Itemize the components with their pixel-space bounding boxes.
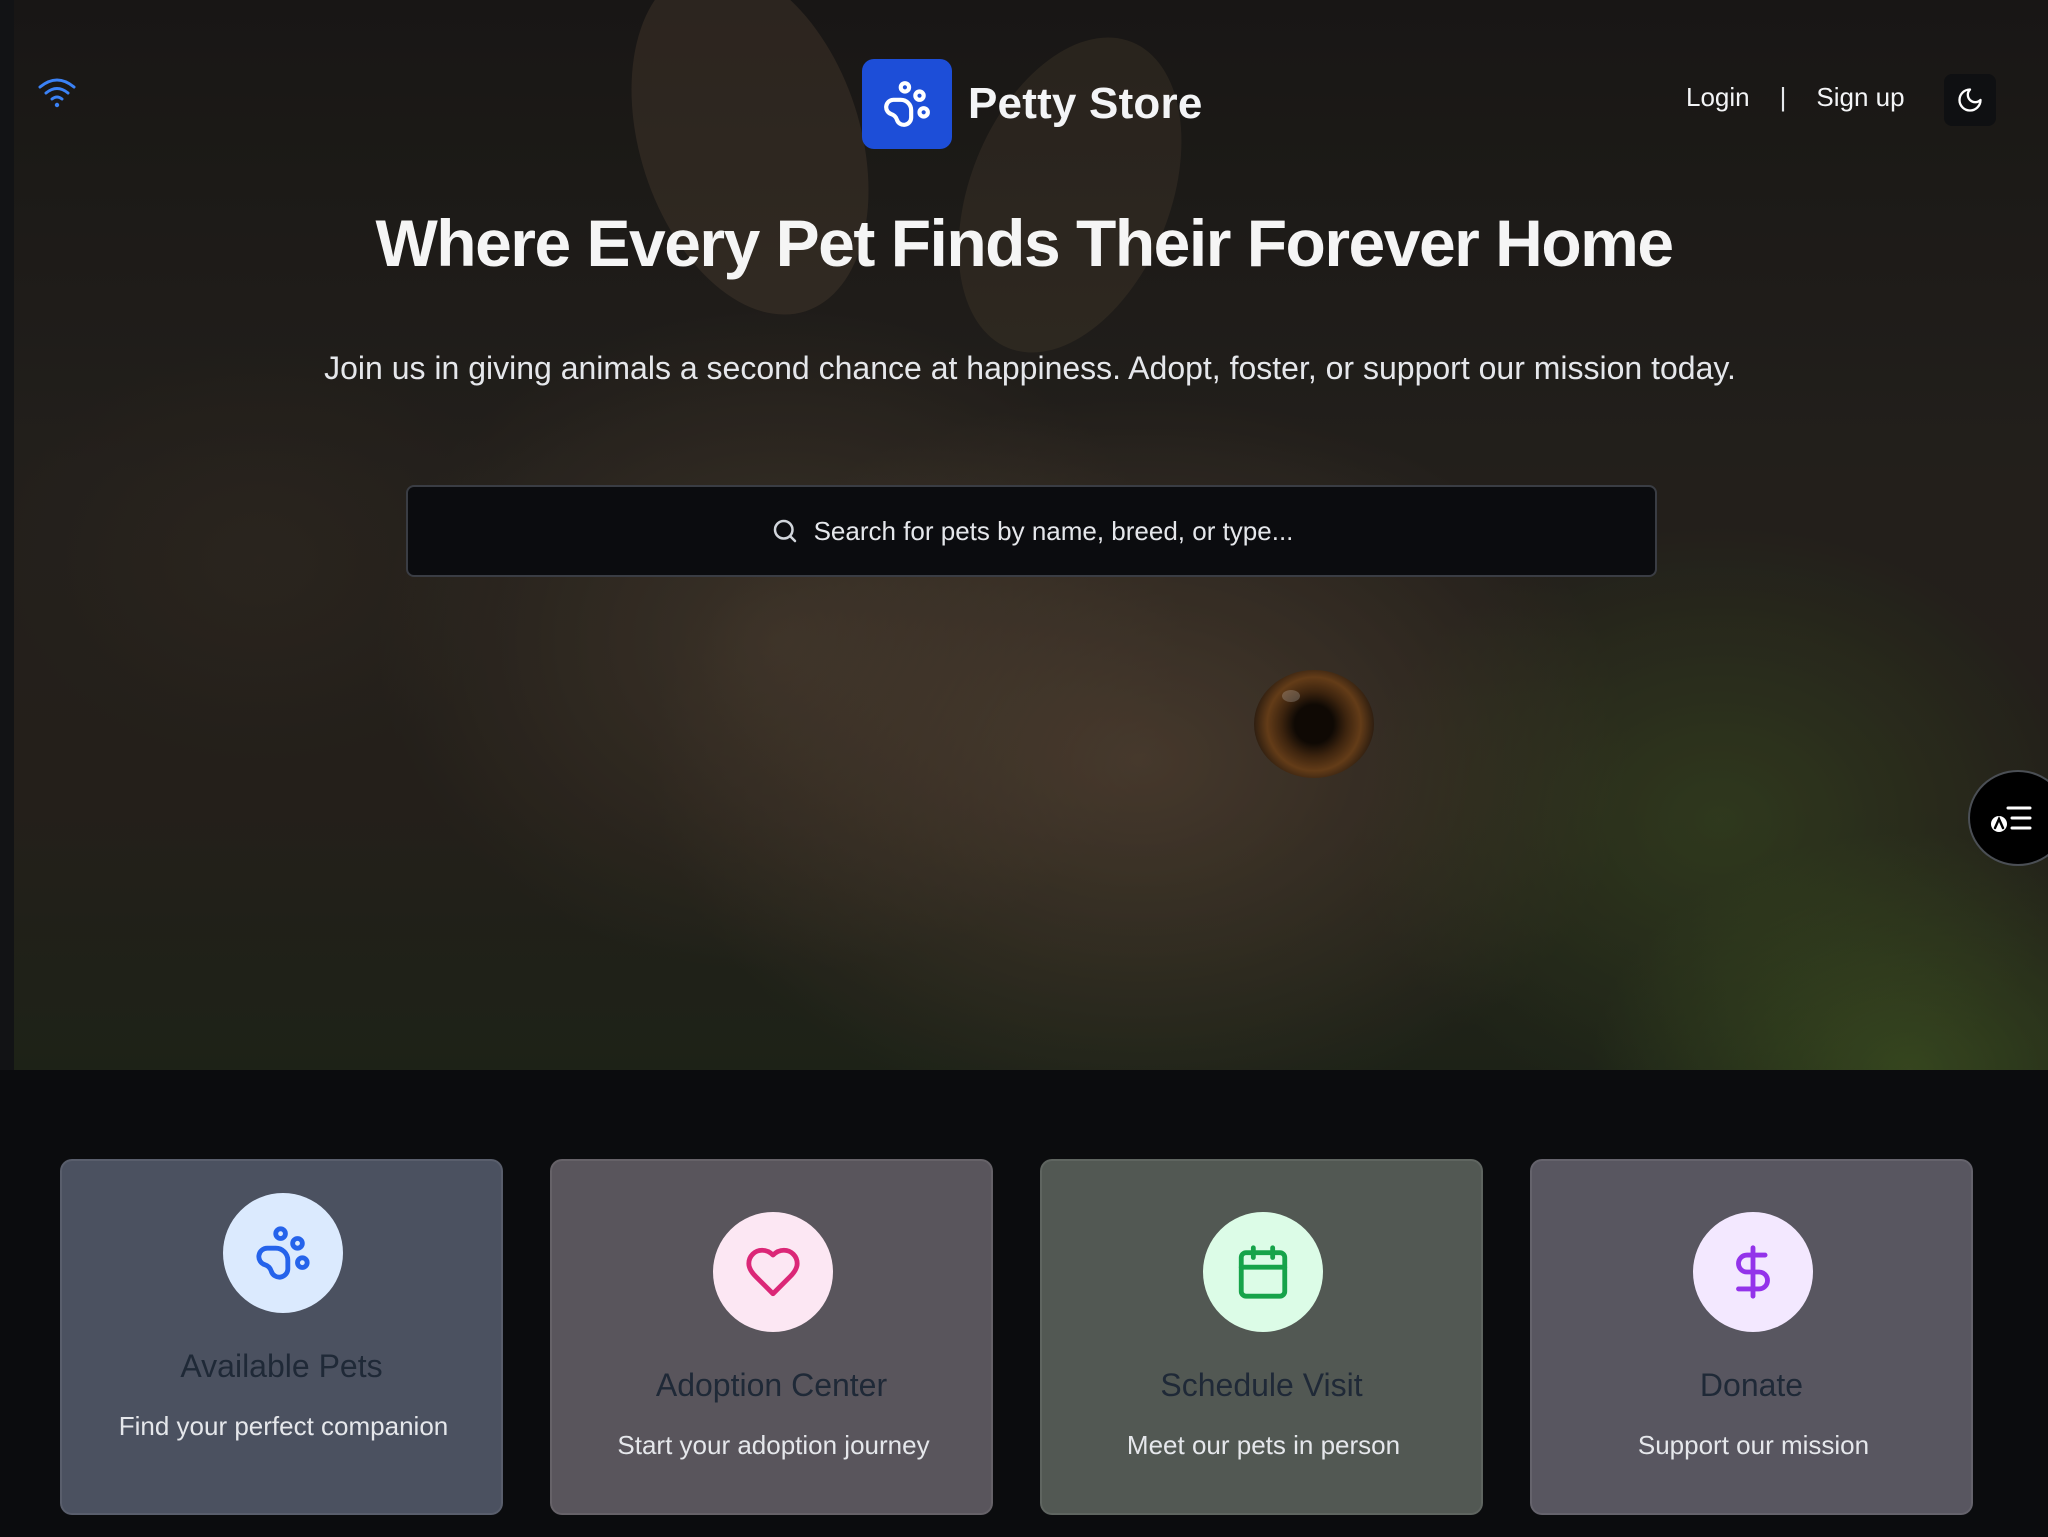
- hero-subtitle: Join us in giving animals a second chanc…: [324, 350, 1736, 386]
- left-edge-strip: [0, 0, 14, 1070]
- brand[interactable]: Petty Store: [862, 58, 1203, 150]
- card-title: Available Pets: [180, 1348, 383, 1384]
- card-icon-bubble: [713, 1212, 833, 1332]
- wifi-icon: [38, 78, 76, 108]
- search-icon: [773, 519, 796, 543]
- paw-icon: [256, 1226, 310, 1280]
- card-description: Support our mission: [1637, 1430, 1870, 1460]
- auth-links: Login | Sign up: [1686, 82, 1905, 113]
- card-title: Schedule Visit: [1160, 1367, 1363, 1403]
- card-icon-bubble: [1693, 1212, 1813, 1332]
- hero-title: Where Every Pet Finds Their Forever Home: [375, 206, 1674, 280]
- card-adoption-center[interactable]: Adoption Center Start your adoption jour…: [550, 1159, 993, 1515]
- theme-toggle-button[interactable]: [1944, 74, 1996, 126]
- dollar-icon: [1736, 1245, 1770, 1299]
- menu-list-icon: [1991, 806, 2032, 832]
- card-description: Find your perfect companion: [118, 1411, 449, 1441]
- card-icon-bubble: [223, 1193, 343, 1313]
- card-description: Meet our pets in person: [1126, 1430, 1401, 1460]
- card-icon-bubble: [1203, 1212, 1323, 1332]
- card-donate[interactable]: Donate Support our mission: [1530, 1159, 1973, 1515]
- card-available-pets[interactable]: Available Pets Find your perfect compani…: [60, 1159, 503, 1515]
- paw-icon: [884, 81, 930, 127]
- card-title: Donate: [1699, 1367, 1804, 1403]
- heart-icon: [746, 1247, 800, 1297]
- calendar-icon: [1238, 1245, 1288, 1299]
- card-schedule-visit[interactable]: Schedule Visit Meet our pets in person: [1040, 1159, 1483, 1515]
- search-input[interactable]: Search for pets by name, breed, or type.…: [406, 485, 1657, 577]
- signup-link[interactable]: Sign up: [1816, 82, 1904, 113]
- feature-cards: Available Pets Find your perfect compani…: [60, 1159, 1973, 1515]
- brand-logo: [862, 59, 952, 149]
- login-link[interactable]: Login: [1686, 82, 1750, 113]
- auth-separator: |: [1779, 82, 1787, 112]
- card-description: Start your adoption journey: [617, 1430, 930, 1460]
- search-placeholder: Search for pets by name, breed, or type.…: [813, 515, 1294, 546]
- page: Petty Store Login | Sign up Where Every …: [0, 0, 2048, 1537]
- moon-icon: [1958, 88, 1982, 112]
- brand-name: Petty Store: [968, 79, 1203, 128]
- hero-section: Petty Store Login | Sign up Where Every …: [0, 0, 2048, 1070]
- card-title: Adoption Center: [655, 1367, 888, 1403]
